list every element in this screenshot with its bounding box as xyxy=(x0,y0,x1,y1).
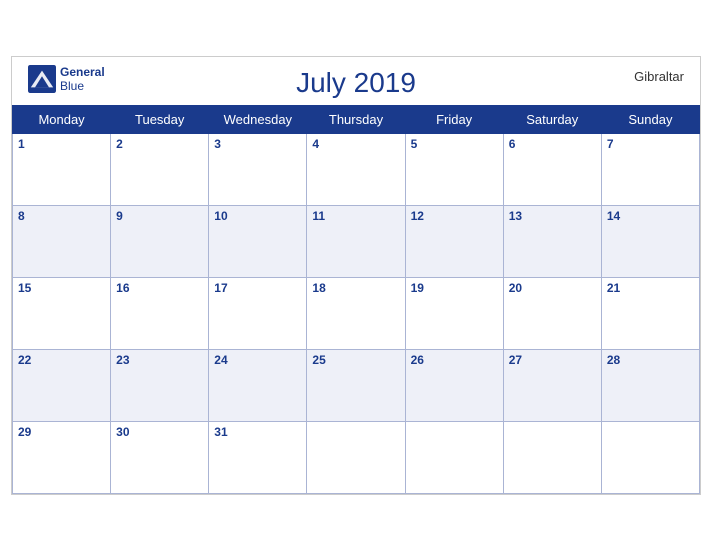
col-thursday: Thursday xyxy=(307,105,405,133)
date-number: 30 xyxy=(116,425,129,439)
weekday-header-row: Monday Tuesday Wednesday Thursday Friday… xyxy=(13,105,700,133)
date-number: 7 xyxy=(607,137,614,151)
calendar-day-cell: 20 xyxy=(503,277,601,349)
calendar-day-cell: 29 xyxy=(13,421,111,493)
date-number: 17 xyxy=(214,281,227,295)
date-number: 8 xyxy=(18,209,25,223)
calendar-week-row: 1 2 3 4 5 6 7 xyxy=(13,133,700,205)
date-number: 3 xyxy=(214,137,221,151)
date-number: 28 xyxy=(607,353,620,367)
date-number: 19 xyxy=(411,281,424,295)
date-number: 1 xyxy=(18,137,25,151)
date-number: 31 xyxy=(214,425,227,439)
date-number: 5 xyxy=(411,137,418,151)
country-label: Gibraltar xyxy=(634,69,684,84)
calendar-day-cell: 6 xyxy=(503,133,601,205)
date-number: 27 xyxy=(509,353,522,367)
calendar-day-cell: 5 xyxy=(405,133,503,205)
calendar-week-row: 8 9 10 11 12 13 14 xyxy=(13,205,700,277)
calendar-day-cell: 24 xyxy=(209,349,307,421)
date-number: 15 xyxy=(18,281,31,295)
date-number: 6 xyxy=(509,137,516,151)
calendar-day-cell: 3 xyxy=(209,133,307,205)
date-number: 24 xyxy=(214,353,227,367)
calendar-header: General Blue July 2019 Gibraltar xyxy=(12,57,700,105)
calendar-day-cell: 22 xyxy=(13,349,111,421)
date-number: 16 xyxy=(116,281,129,295)
calendar-day-cell: 8 xyxy=(13,205,111,277)
calendar-day-cell: 17 xyxy=(209,277,307,349)
date-number: 25 xyxy=(312,353,325,367)
logo-area: General Blue xyxy=(28,65,105,94)
calendar-day-cell: 16 xyxy=(111,277,209,349)
calendar-day-cell xyxy=(503,421,601,493)
calendar-day-cell: 19 xyxy=(405,277,503,349)
calendar-week-row: 22 23 24 25 26 27 28 xyxy=(13,349,700,421)
col-monday: Monday xyxy=(13,105,111,133)
calendar-day-cell: 12 xyxy=(405,205,503,277)
calendar-day-cell: 9 xyxy=(111,205,209,277)
calendar-day-cell: 2 xyxy=(111,133,209,205)
date-number: 26 xyxy=(411,353,424,367)
calendar-day-cell xyxy=(601,421,699,493)
calendar-title: July 2019 xyxy=(296,67,416,99)
calendar-day-cell: 14 xyxy=(601,205,699,277)
date-number: 2 xyxy=(116,137,123,151)
date-number: 20 xyxy=(509,281,522,295)
col-sunday: Sunday xyxy=(601,105,699,133)
col-wednesday: Wednesday xyxy=(209,105,307,133)
col-tuesday: Tuesday xyxy=(111,105,209,133)
calendar-day-cell: 7 xyxy=(601,133,699,205)
calendar-day-cell: 18 xyxy=(307,277,405,349)
calendar-day-cell xyxy=(405,421,503,493)
calendar-day-cell: 28 xyxy=(601,349,699,421)
calendar-day-cell: 25 xyxy=(307,349,405,421)
calendar-table: Monday Tuesday Wednesday Thursday Friday… xyxy=(12,105,700,494)
date-number: 22 xyxy=(18,353,31,367)
calendar-week-row: 15 16 17 18 19 20 21 xyxy=(13,277,700,349)
calendar-day-cell: 27 xyxy=(503,349,601,421)
date-number: 13 xyxy=(509,209,522,223)
calendar-day-cell: 15 xyxy=(13,277,111,349)
calendar-thead: Monday Tuesday Wednesday Thursday Friday… xyxy=(13,105,700,133)
calendar-day-cell: 31 xyxy=(209,421,307,493)
calendar-day-cell: 4 xyxy=(307,133,405,205)
calendar-body: 1234567891011121314151617181920212223242… xyxy=(13,133,700,493)
calendar-day-cell: 13 xyxy=(503,205,601,277)
calendar-day-cell: 10 xyxy=(209,205,307,277)
date-number: 21 xyxy=(607,281,620,295)
date-number: 14 xyxy=(607,209,620,223)
calendar-day-cell: 26 xyxy=(405,349,503,421)
calendar-day-cell: 11 xyxy=(307,205,405,277)
generalblue-logo-icon xyxy=(28,65,56,93)
logo-text-blue: Blue xyxy=(60,79,105,93)
date-number: 11 xyxy=(312,209,325,223)
calendar-day-cell xyxy=(307,421,405,493)
date-number: 12 xyxy=(411,209,424,223)
date-number: 9 xyxy=(116,209,123,223)
col-friday: Friday xyxy=(405,105,503,133)
calendar-week-row: 29 30 31 xyxy=(13,421,700,493)
calendar-day-cell: 23 xyxy=(111,349,209,421)
date-number: 4 xyxy=(312,137,319,151)
date-number: 18 xyxy=(312,281,325,295)
date-number: 29 xyxy=(18,425,31,439)
calendar-day-cell: 30 xyxy=(111,421,209,493)
calendar-container: General Blue July 2019 Gibraltar Monday … xyxy=(11,56,701,495)
calendar-day-cell: 21 xyxy=(601,277,699,349)
col-saturday: Saturday xyxy=(503,105,601,133)
logo-text-general: General xyxy=(60,65,105,79)
calendar-day-cell: 1 xyxy=(13,133,111,205)
date-number: 23 xyxy=(116,353,129,367)
date-number: 10 xyxy=(214,209,227,223)
